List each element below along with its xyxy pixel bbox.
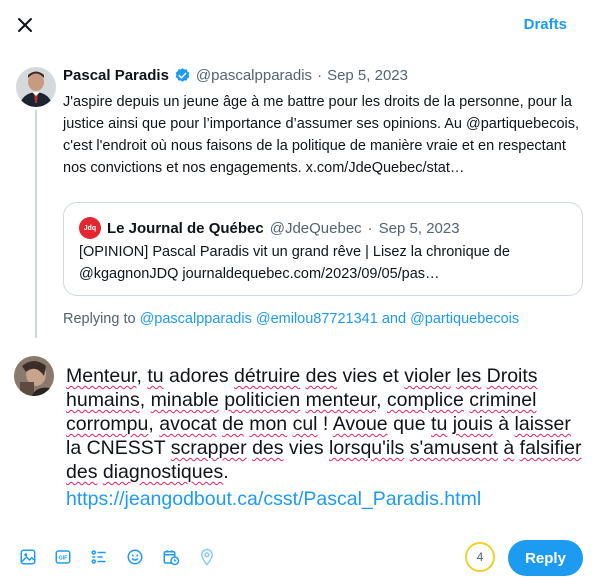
compose-link[interactable]: https://jeangodbout.ca/csst/Pascal_Parad… (66, 488, 481, 511)
misspelled-word: violer (404, 365, 451, 387)
poll-icon[interactable] (88, 546, 110, 568)
quote-author-name: Le Journal de Québec (107, 219, 264, 237)
quote-date: Sep 5, 2023 (378, 219, 460, 237)
misspelled-word: à (503, 437, 515, 459)
compose-text-segment: ! (317, 413, 333, 435)
replying-last-mention[interactable]: @partiquebecois (410, 311, 519, 327)
misspelled-word: mon (249, 413, 288, 435)
misspelled-word: de (222, 413, 244, 435)
separator-dot: · (367, 219, 373, 237)
post-text: J'aspire depuis un jeune âge à me battre… (63, 94, 580, 176)
misspelled-word: Avoue (332, 413, 388, 435)
misspelled-word: des (252, 437, 284, 459)
misspelled-word: des (305, 365, 338, 387)
misspelled-word: s'amusent (409, 437, 498, 459)
misspelled-word: humains (66, 389, 140, 411)
misspelled-word: complice (386, 389, 464, 411)
misspelled-word: avocat (159, 413, 217, 435)
misspelled-word: les (456, 365, 482, 387)
misspelled-word: tu (147, 365, 164, 387)
reply-button[interactable]: Reply (508, 540, 583, 576)
compose-text-segment: , (376, 389, 387, 411)
misspelled-word: Droits (486, 365, 538, 387)
compose-text-segment: , (148, 413, 160, 435)
misspelled-word: politicien (224, 389, 301, 411)
compose-text-segment: adores (163, 365, 235, 387)
compose-text-segment: à (492, 413, 515, 435)
author-avatar[interactable] (16, 67, 56, 107)
reply-compose-field[interactable]: Menteur, tu adores détruire des vies et … (66, 364, 586, 484)
emoji-icon[interactable] (124, 546, 146, 568)
misspelled-word: lorsqu'ils (329, 437, 405, 459)
thread-line (35, 110, 37, 338)
separator-dot: · (317, 67, 323, 84)
compose-text-segment: vies et (337, 365, 405, 387)
misspelled-word: menteur (305, 389, 377, 411)
author-handle[interactable]: @pascalpparadis (196, 67, 312, 84)
compose-text-segment: , (136, 365, 148, 387)
replying-mentions[interactable]: @pascalpparadis @emilou87721341 (140, 311, 378, 327)
compose-text-segment: la CNESST (66, 437, 171, 459)
author-name[interactable]: Pascal Paradis (63, 67, 169, 84)
close-button[interactable] (10, 10, 40, 40)
misspelled-word: laisser (514, 413, 571, 435)
quote-text: [OPINION] Pascal Paradis vit un grand rê… (79, 244, 510, 282)
compose-text-segment: . (223, 461, 229, 483)
misspelled-word: tu (431, 413, 448, 435)
misspelled-word: diagnostiques (102, 461, 224, 483)
misspelled-word: criminel (469, 389, 537, 411)
drafts-button[interactable]: Drafts (524, 16, 567, 33)
misspelled-word: jouis (452, 413, 493, 435)
misspelled-word: Menteur (66, 365, 137, 387)
quote-avatar: Jdq (79, 217, 101, 239)
misspelled-word: des (66, 461, 98, 483)
svg-text:GIF: GIF (59, 556, 69, 562)
compose-text-segment: vies (283, 437, 330, 459)
post-date[interactable]: Sep 5, 2023 (327, 67, 408, 84)
replying-and[interactable]: and (382, 311, 406, 327)
post-header: Pascal Paradis @pascalpparadis · Sep 5, … (63, 67, 408, 84)
quote-handle: @JdeQuebec (269, 219, 362, 237)
misspelled-word: minable (150, 389, 219, 411)
close-icon (18, 18, 32, 32)
user-avatar[interactable] (14, 356, 54, 396)
misspelled-word: falsifier (519, 437, 582, 459)
quoted-post[interactable]: Jdq Le Journal de Québec @JdeQuebec · Se… (63, 202, 583, 296)
verified-badge-icon (175, 68, 190, 82)
gif-icon[interactable]: GIF (52, 546, 74, 568)
quote-header: Jdq Le Journal de Québec @JdeQuebec · Se… (79, 217, 460, 239)
misspelled-word: corrompu (66, 413, 149, 435)
replying-prefix: Replying to (63, 311, 136, 327)
misspelled-word: détruire (234, 365, 301, 387)
location-icon[interactable] (196, 546, 218, 568)
misspelled-word: scrapper (170, 437, 247, 459)
compose-text-segment: , (139, 389, 151, 411)
compose-text-segment: que (387, 413, 432, 435)
character-counter: 4 (465, 542, 495, 572)
misspelled-word: cul (292, 413, 318, 435)
image-icon[interactable] (17, 546, 39, 568)
schedule-icon[interactable] (160, 546, 182, 568)
replying-to: Replying to @pascalpparadis @emilou87721… (63, 311, 519, 327)
